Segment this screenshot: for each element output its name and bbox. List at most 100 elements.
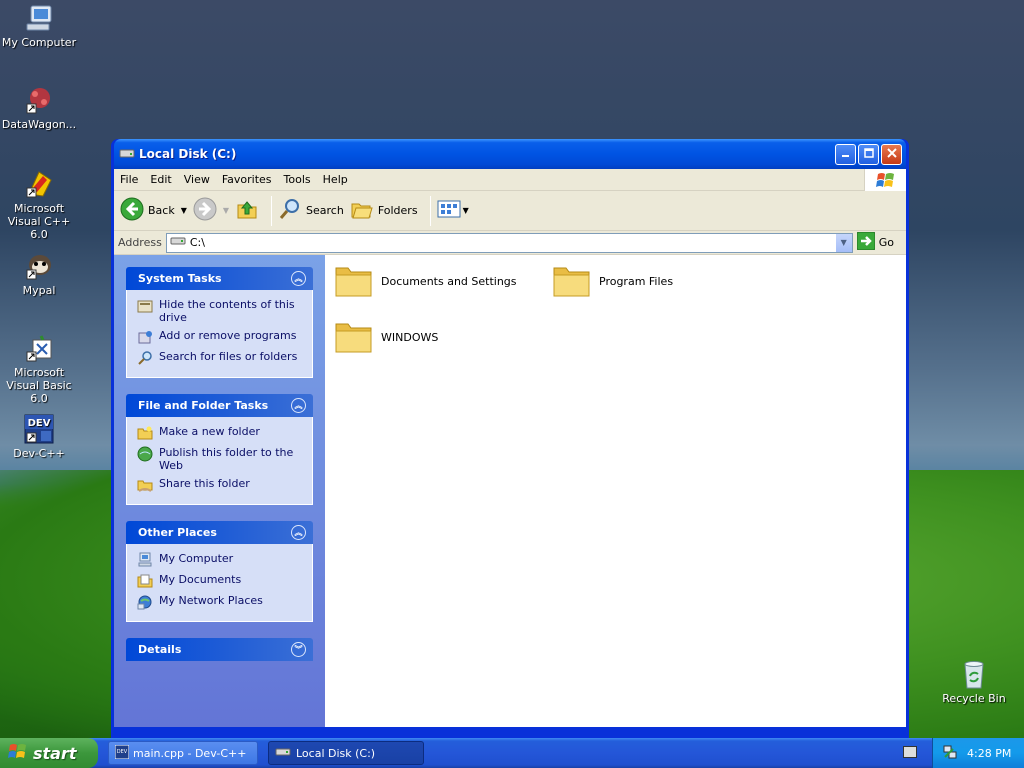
desktop-icon-label: DataWagon...: [1, 118, 77, 131]
minimize-button[interactable]: [835, 143, 856, 165]
my-documents-icon: [137, 573, 153, 589]
up-folder-button[interactable]: [235, 197, 259, 224]
desktop-icon-recycle-bin[interactable]: Recycle Bin: [935, 658, 1013, 705]
back-dropdown-icon[interactable]: ▼: [181, 206, 187, 215]
network-places-icon: [137, 594, 153, 610]
search-button[interactable]: Search: [278, 197, 344, 224]
keyboard-icon[interactable]: [903, 746, 917, 758]
menu-tools[interactable]: Tools: [278, 173, 317, 186]
start-button[interactable]: start: [0, 738, 98, 768]
clock[interactable]: 4:28 PM: [967, 747, 1011, 760]
file-list: Documents and Settings Program Files WIN…: [325, 255, 906, 727]
panel-title: System Tasks: [138, 272, 222, 285]
address-input[interactable]: C:\ ▼: [165, 232, 853, 253]
title-bar[interactable]: Local Disk (C:): [114, 139, 906, 169]
windows-logo-icon: [8, 742, 28, 764]
folder-icon: [333, 316, 375, 358]
folder-item[interactable]: Documents and Settings: [333, 260, 517, 302]
panel-header[interactable]: Details ︾: [126, 638, 313, 661]
maximize-button[interactable]: [858, 143, 879, 165]
datawagon-icon: [23, 84, 55, 116]
task-make-new-folder[interactable]: Make a new folder: [137, 425, 302, 441]
taskbar-item-label: main.cpp - Dev-C++: [133, 746, 247, 760]
drive-icon: [119, 147, 135, 162]
desktop-icon-my-computer[interactable]: My Computer: [0, 2, 78, 49]
panel-header[interactable]: File and Folder Tasks ︽: [126, 394, 313, 417]
expand-chevron-icon[interactable]: ︾: [291, 642, 306, 657]
go-button[interactable]: Go: [856, 231, 902, 253]
task-share-folder[interactable]: Share this folder: [137, 477, 302, 493]
window-title: Local Disk (C:): [139, 147, 237, 161]
task-publish-to-web[interactable]: Publish this folder to the Web: [137, 446, 302, 472]
back-label: Back: [148, 204, 175, 217]
desktop-icon-label: Microsoft Visual Basic 6.0: [6, 366, 72, 405]
desktop-icon-mypal[interactable]: Mypal: [0, 250, 78, 297]
folders-button[interactable]: Folders: [350, 198, 418, 223]
address-dropdown-icon[interactable]: ▼: [834, 233, 852, 252]
recycle-bin-icon: [958, 658, 990, 690]
toolbar: Back ▼ ▼ Search Folders ▼: [114, 191, 906, 231]
folder-item[interactable]: WINDOWS: [333, 316, 438, 358]
folder-name: Documents and Settings: [381, 274, 517, 288]
desktop-icon-label: Microsoft Visual C++ 6.0: [7, 202, 71, 241]
file-folder-tasks-panel: File and Folder Tasks ︽ Make a new folde…: [126, 394, 313, 505]
forward-button[interactable]: ▼: [193, 197, 229, 224]
close-button[interactable]: [881, 143, 902, 165]
windows-logo-icon: [864, 169, 906, 191]
taskbar-item-local-disk[interactable]: Local Disk (C:): [268, 741, 424, 765]
place-my-documents[interactable]: My Documents: [137, 573, 302, 589]
task-search-files[interactable]: Search for files or folders: [137, 350, 302, 366]
views-button[interactable]: ▼: [437, 199, 469, 222]
folder-name: WINDOWS: [381, 330, 439, 344]
taskbar: start DEV main.cpp - Dev-C++ Local Disk …: [0, 738, 1024, 768]
back-button[interactable]: Back ▼: [120, 197, 187, 224]
menu-view[interactable]: View: [178, 173, 216, 186]
place-my-computer[interactable]: My Computer: [137, 552, 302, 568]
task-add-remove-programs[interactable]: Add or remove programs: [137, 329, 302, 345]
task-hide-drive-contents[interactable]: Hide the contents of this drive: [137, 298, 302, 324]
collapse-chevron-icon[interactable]: ︽: [291, 525, 306, 540]
forward-dropdown-icon[interactable]: ▼: [223, 206, 229, 215]
search-label: Search: [306, 204, 344, 217]
new-folder-icon: [137, 425, 153, 441]
taskbar-item-label: Local Disk (C:): [296, 746, 376, 760]
desktop-icon-datawagon[interactable]: DataWagon...: [0, 84, 78, 131]
desktop-icon-dev-cpp[interactable]: DEV Dev-C++: [0, 413, 78, 460]
minimize-icon: [841, 147, 851, 161]
menu-file[interactable]: File: [114, 173, 144, 186]
menu-help[interactable]: Help: [317, 173, 354, 186]
svg-text:DEV: DEV: [28, 418, 51, 429]
computer-icon: [23, 2, 55, 34]
folder-icon: [551, 260, 593, 302]
address-label: Address: [118, 236, 162, 249]
task-pane: System Tasks ︽ Hide the contents of this…: [114, 255, 325, 727]
maximize-icon: [863, 147, 874, 161]
menu-favorites[interactable]: Favorites: [216, 173, 278, 186]
folder-name: Program Files: [599, 274, 674, 288]
visual-cpp-icon: [23, 168, 55, 200]
go-label: Go: [878, 236, 894, 249]
desktop-icon-visual-basic[interactable]: Microsoft Visual Basic 6.0: [0, 332, 78, 405]
network-tray-icon[interactable]: [943, 745, 957, 762]
details-panel: Details ︾: [126, 638, 313, 661]
panel-header[interactable]: System Tasks ︽: [126, 267, 313, 290]
content-area: System Tasks ︽ Hide the contents of this…: [114, 255, 906, 727]
views-dropdown-icon: ▼: [462, 206, 469, 215]
computer-icon: [137, 552, 153, 568]
collapse-chevron-icon[interactable]: ︽: [291, 398, 306, 413]
folder-item[interactable]: Program Files: [551, 260, 673, 302]
go-arrow-icon: [856, 231, 876, 253]
desktop-icon-visual-cpp[interactable]: Microsoft Visual C++ 6.0: [0, 168, 78, 241]
folders-label: Folders: [377, 204, 418, 217]
panel-header[interactable]: Other Places ︽: [126, 521, 313, 544]
place-my-network-places[interactable]: My Network Places: [137, 594, 302, 610]
add-remove-programs-icon: [137, 329, 153, 345]
folder-icon: [333, 260, 375, 302]
dev-cpp-icon: DEV: [114, 744, 130, 762]
panel-title: File and Folder Tasks: [138, 399, 269, 412]
panel-title: Details: [138, 643, 182, 656]
taskbar-item-devcpp[interactable]: DEV main.cpp - Dev-C++: [108, 741, 258, 765]
menu-edit[interactable]: Edit: [144, 173, 177, 186]
menu-bar: File Edit View Favorites Tools Help: [114, 169, 906, 191]
collapse-chevron-icon[interactable]: ︽: [291, 271, 306, 286]
